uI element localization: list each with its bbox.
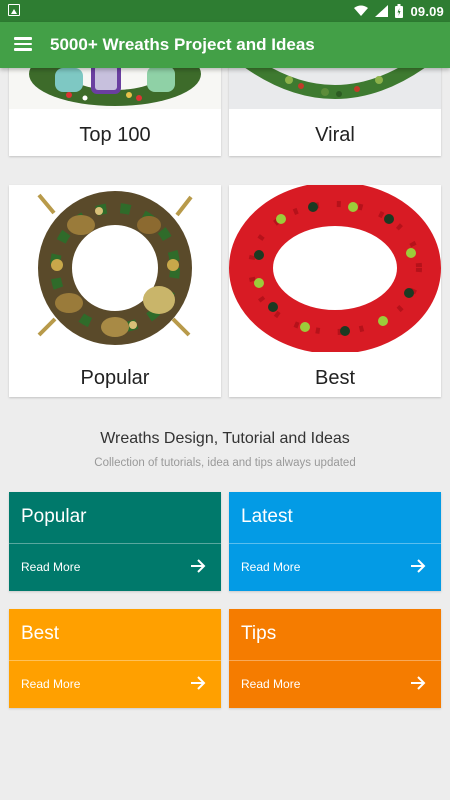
status-bar: 09.09: [0, 0, 450, 22]
tile-title: Best: [21, 623, 60, 644]
arrow-right-icon[interactable]: [189, 557, 207, 575]
tile-tips[interactable]: Tips Read More: [229, 609, 441, 708]
status-icons: 09.09: [354, 3, 444, 19]
category-label: Popular: [80, 367, 150, 389]
read-more-link[interactable]: Read More: [21, 677, 80, 691]
tile-popular[interactable]: Popular Read More: [9, 492, 221, 591]
tile-title: Popular: [21, 506, 87, 527]
wreath-image-popular: [9, 185, 221, 352]
image-icon: [8, 4, 20, 16]
wreath-image-best: [229, 185, 441, 352]
category-card-viral[interactable]: Viral: [229, 62, 441, 156]
wreath-image-top-100: [9, 62, 221, 109]
arrow-right-icon[interactable]: [189, 674, 207, 692]
category-label: Viral: [315, 124, 355, 146]
read-more-link[interactable]: Read More: [241, 677, 300, 691]
wreath-image-viral: [229, 62, 441, 109]
app-bar: 5000+ Wreaths Project and Ideas: [0, 22, 450, 68]
status-time: 09.09: [410, 3, 444, 19]
section-subtitle: Collection of tutorials, idea and tips a…: [94, 457, 356, 469]
tile-best[interactable]: Best Read More: [9, 609, 221, 708]
read-more-link[interactable]: Read More: [21, 560, 80, 574]
arrow-right-icon[interactable]: [409, 674, 427, 692]
category-label: Best: [314, 367, 356, 389]
tile-divider: [9, 543, 221, 544]
signal-icon: [375, 5, 389, 17]
section-title: Wreaths Design, Tutorial and Ideas: [100, 430, 350, 447]
wifi-icon: [354, 5, 369, 16]
tile-title: Tips: [241, 623, 277, 644]
category-card-best[interactable]: Best: [229, 185, 441, 397]
tile-title: Latest: [241, 506, 293, 527]
arrow-right-icon[interactable]: [409, 557, 427, 575]
tile-latest[interactable]: Latest Read More: [229, 492, 441, 591]
category-card-popular[interactable]: Popular: [9, 185, 221, 397]
tile-divider: [9, 660, 221, 661]
tile-divider: [229, 660, 441, 661]
tile-divider: [229, 543, 441, 544]
read-more-link[interactable]: Read More: [241, 560, 300, 574]
app-title: 5000+ Wreaths Project and Ideas: [50, 35, 315, 54]
battery-icon: [395, 4, 404, 18]
category-card-top-100[interactable]: Top 100: [9, 62, 221, 156]
category-label: Top 100: [79, 124, 151, 146]
menu-icon[interactable]: [14, 37, 32, 51]
